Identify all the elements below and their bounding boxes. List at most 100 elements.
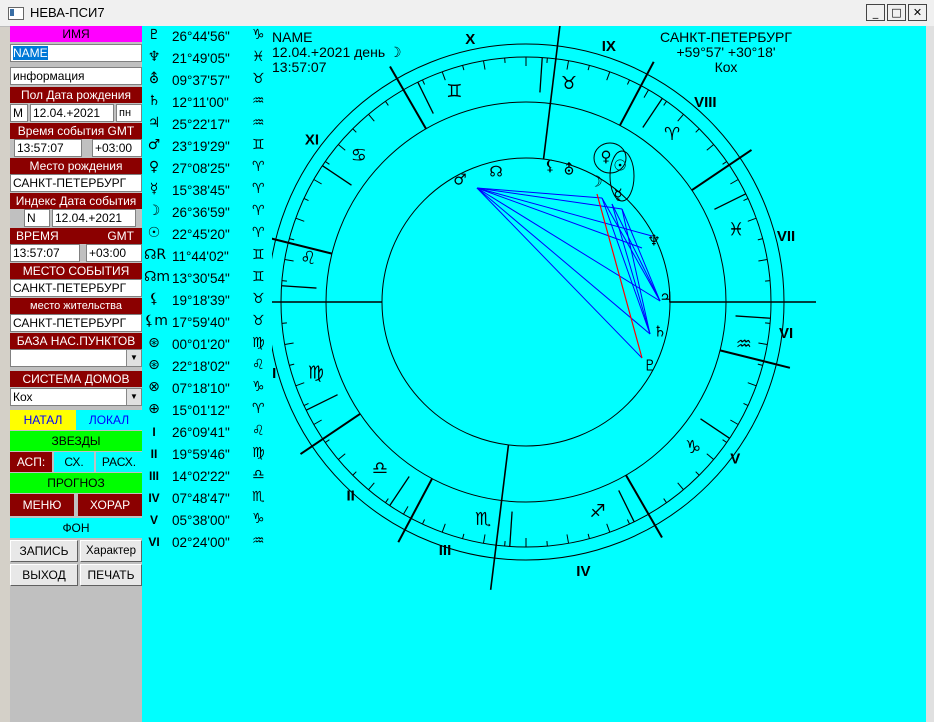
sign-boundary: [642, 98, 663, 128]
zodiac-sign-icon: ♒: [252, 93, 265, 109]
planet-icon: ♆: [647, 232, 660, 250]
birth-place-header: Место рождения: [10, 158, 142, 174]
degree-tick: [284, 342, 294, 346]
position-value: 14°02'22": [172, 469, 230, 484]
degree-tick: [368, 482, 375, 491]
degree-tick: [722, 161, 727, 165]
planet-icon: ☊: [489, 163, 502, 181]
degree-tick: [706, 453, 715, 460]
degree-tick: [743, 402, 749, 406]
event-date-input[interactable]: 12.04.+2021: [52, 209, 136, 227]
planet-icon: ♄: [653, 323, 666, 341]
info-input[interactable]: информация: [10, 67, 142, 85]
degree-tick: [606, 71, 611, 81]
chevron-down-icon[interactable]: ▼: [126, 389, 141, 405]
degree-tick: [352, 128, 357, 133]
degree-tick: [606, 523, 611, 533]
degree-tick: [663, 498, 667, 503]
house-label: X: [465, 31, 475, 48]
aspects-button[interactable]: АСП:: [10, 452, 52, 472]
body-symbol-icon: ⚸: [148, 291, 160, 307]
zodiac-sign-icon: ♊: [252, 137, 265, 153]
position-value: 00°01'20": [172, 337, 230, 352]
birth-place-input[interactable]: САНКТ-ПЕТЕРБУРГ: [10, 174, 142, 192]
degree-tick: [422, 79, 426, 85]
position-row: ♃ 25°22'17" ♒: [142, 114, 272, 136]
zodiac-sign-icon: ♒: [252, 533, 265, 549]
converging-button[interactable]: СХ.: [54, 452, 94, 472]
natal-button[interactable]: НАТАЛ: [10, 410, 76, 430]
name-input-value: NAME: [13, 46, 48, 60]
close-button[interactable]: ✕: [908, 4, 927, 21]
menu-button[interactable]: МЕНЮ: [10, 494, 74, 516]
maximize-button[interactable]: □: [887, 4, 906, 21]
position-value: 15°38'45": [172, 183, 230, 198]
position-row: ♀ 27°08'25" ♈: [142, 158, 272, 180]
background-button[interactable]: ФОН: [10, 518, 142, 538]
degree-tick: [758, 258, 768, 262]
event-place-input[interactable]: САНКТ-ПЕТЕРБУРГ: [10, 279, 142, 297]
degree-tick: [706, 144, 715, 151]
name-input[interactable]: NAME: [10, 44, 142, 62]
degree-tick: [352, 471, 357, 476]
natal-chart-wheel: IIIIIIIVVVIVIIVIIIIXXXIXII♈♉♊♋♌♍♎♏♐♑♒♓♂☊…: [272, 26, 816, 590]
birth-date-header: Пол Дата рождения: [10, 87, 142, 103]
sign-boundary: [322, 165, 352, 186]
house-system-select[interactable]: Кох ▼: [10, 388, 142, 406]
zodiac-sign-icon: ♈: [252, 225, 265, 241]
local-button[interactable]: ЛОКАЛ: [76, 410, 142, 430]
degree-tick: [730, 419, 739, 425]
diverging-button[interactable]: РАСХ.: [96, 452, 142, 472]
zodiac-sign-icon: ♉: [561, 73, 577, 94]
degree-tick: [462, 533, 465, 539]
save-button[interactable]: ЗАПИСЬ: [10, 540, 78, 562]
degree-tick: [337, 453, 346, 460]
event-time-header: Время события GMT: [10, 123, 142, 139]
forecast-button[interactable]: ПРОГНОЗ: [10, 473, 142, 493]
degree-tick: [295, 382, 305, 387]
residence-input[interactable]: САНКТ-ПЕТЕРБУРГ: [10, 314, 142, 332]
birth-time-input[interactable]: 13:57:07: [14, 139, 82, 157]
horary-button[interactable]: ХОРАР: [78, 494, 142, 516]
degree-tick: [743, 198, 749, 202]
event-index-input[interactable]: N: [24, 209, 50, 227]
body-symbol-icon: ♆: [147, 49, 161, 65]
stars-button[interactable]: ЗВЕЗДЫ: [10, 431, 142, 451]
event-gmt-input[interactable]: +03:00: [86, 244, 142, 262]
aspect-line: [621, 208, 661, 302]
birth-date-input[interactable]: 12.04.+2021: [30, 104, 114, 122]
scrollbar[interactable]: [926, 26, 934, 722]
weekday-field: пн: [116, 104, 142, 122]
position-value: 02°24'00": [172, 535, 230, 550]
house-label: I: [272, 365, 276, 382]
gmt-label: GMT: [107, 229, 134, 243]
degree-tick: [758, 342, 768, 346]
positions-list: ♇ 26°44'56" ♑ ♆ 21°49'05" ♓ ⛢ 09°37'57" ♉ ♄ 12°11'…: [142, 26, 272, 722]
chevron-down-icon[interactable]: ▼: [126, 350, 141, 366]
sign-boundary: [618, 490, 635, 523]
degree-tick: [325, 439, 330, 443]
character-button[interactable]: Характер: [80, 540, 142, 562]
degree-tick: [757, 363, 763, 366]
degree-tick: [730, 179, 739, 185]
position-value: 27°08'25": [172, 161, 230, 176]
degree-tick: [441, 523, 446, 533]
sign-boundary: [539, 57, 543, 93]
degree-tick: [385, 498, 389, 503]
exit-button[interactable]: ВЫХОД: [10, 564, 78, 586]
event-time-input[interactable]: 13:57:07: [10, 244, 80, 262]
city-db-select[interactable]: ▼: [10, 349, 142, 367]
degree-tick: [677, 482, 684, 491]
house-cusp-line: [625, 474, 663, 539]
body-symbol-icon: ♃: [147, 115, 161, 131]
print-button[interactable]: ПЕЧАТЬ: [80, 564, 142, 586]
position-row: VI 02°24'00" ♒: [142, 532, 272, 554]
minimize-button[interactable]: _: [866, 4, 885, 21]
zodiac-sign-icon: ♒: [736, 334, 752, 355]
birth-gmt-input[interactable]: +03:00: [92, 139, 142, 157]
zodiac-sign-icon: ♈: [252, 401, 265, 417]
position-row: ⚸ 19°18'39" ♉: [142, 290, 272, 312]
event-date-header: Индекс Дата события: [10, 193, 142, 209]
sex-input[interactable]: М: [10, 104, 28, 122]
degree-tick: [303, 198, 309, 202]
